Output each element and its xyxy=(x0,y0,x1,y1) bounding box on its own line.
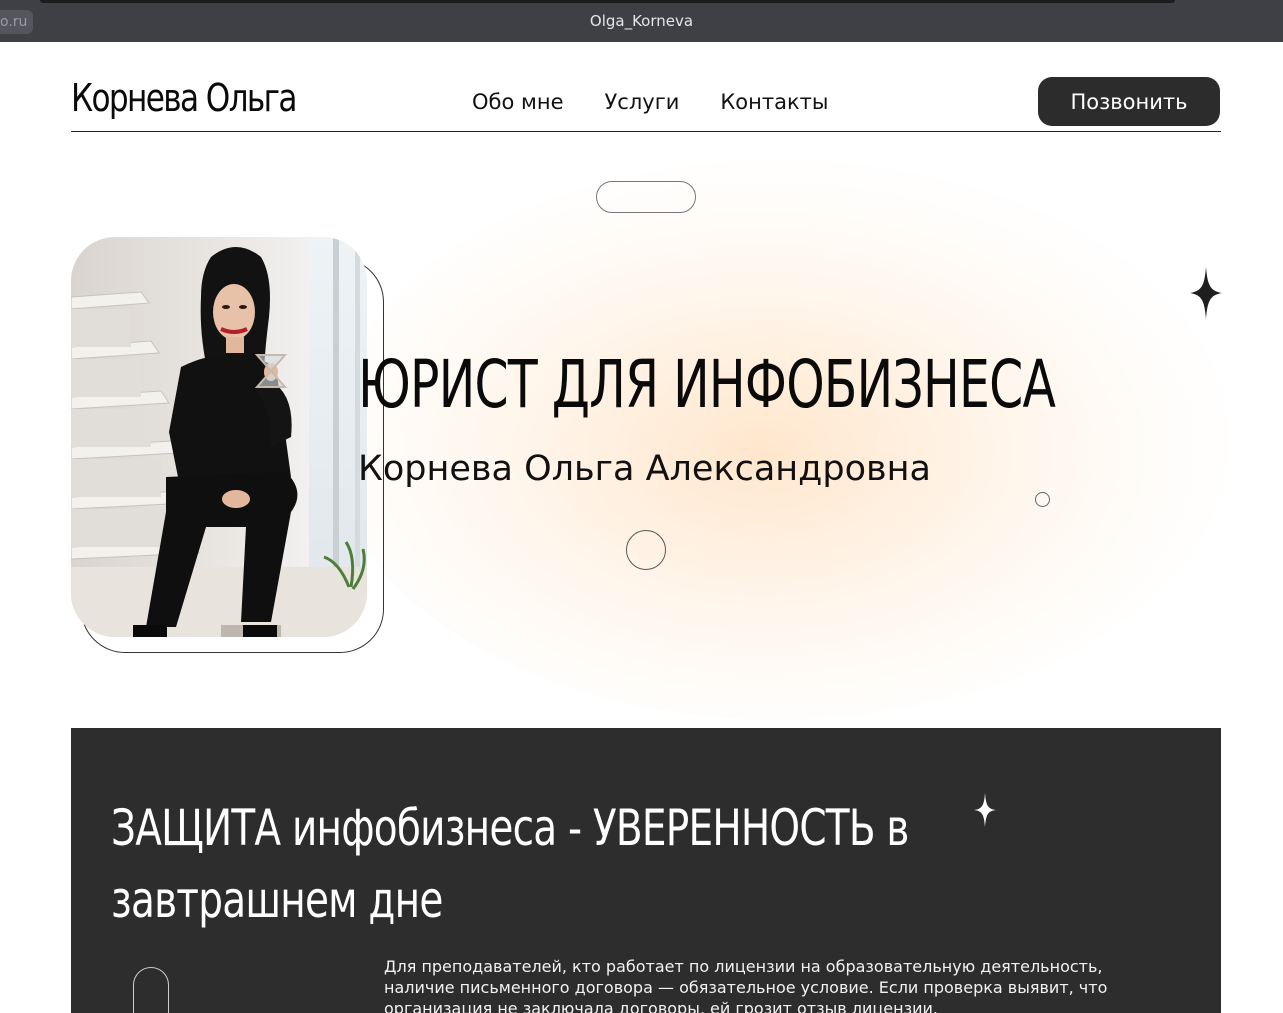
site-logo[interactable]: Корнева Ольга xyxy=(71,76,297,120)
nav-item-services[interactable]: Услуги xyxy=(605,90,680,114)
decorative-pill-outline xyxy=(596,181,696,213)
header-divider xyxy=(71,131,1221,132)
protection-section: ЗАЩИТА инфобизнеса - УВЕРЕННОСТЬ в завтр… xyxy=(71,728,1221,1013)
decorative-pill-outline-dark xyxy=(133,967,169,1013)
sparkle-white-icon xyxy=(974,793,996,827)
browser-titlebar: o.ru Olga_Korneva xyxy=(0,0,1283,42)
decorative-circle xyxy=(626,530,666,570)
portrait-photo xyxy=(71,237,367,637)
hero-title: ЮРИСТ ДЛЯ ИНФОБИЗНЕСА xyxy=(358,346,1056,423)
nav-item-about[interactable]: Обо мне xyxy=(472,90,564,114)
sparkle-icon xyxy=(1190,267,1222,319)
call-button[interactable]: Позвонить xyxy=(1038,77,1220,126)
section-text: Для преподавателей, кто работает по лице… xyxy=(384,957,1108,1013)
hero-subtitle: Корнева Ольга Александровна xyxy=(358,449,931,489)
section-title-line-1: ЗАЩИТА инфобизнеса - УВЕРЕННОСТЬ в xyxy=(111,799,909,857)
window-title: Olga_Korneva xyxy=(589,12,694,30)
nav-item-contacts[interactable]: Контакты xyxy=(720,90,828,114)
portrait-illustration xyxy=(71,237,367,637)
hero-glow-background xyxy=(330,160,1230,720)
decorative-small-circle xyxy=(1035,492,1050,507)
main-nav: Обо мне Услуги Контакты xyxy=(472,90,828,114)
section-title: ЗАЩИТА инфобизнеса - УВЕРЕННОСТЬ в завтр… xyxy=(111,792,909,936)
section-title-line-2: завтрашнем дне xyxy=(111,871,443,929)
tab-strip-edge xyxy=(40,0,1175,3)
